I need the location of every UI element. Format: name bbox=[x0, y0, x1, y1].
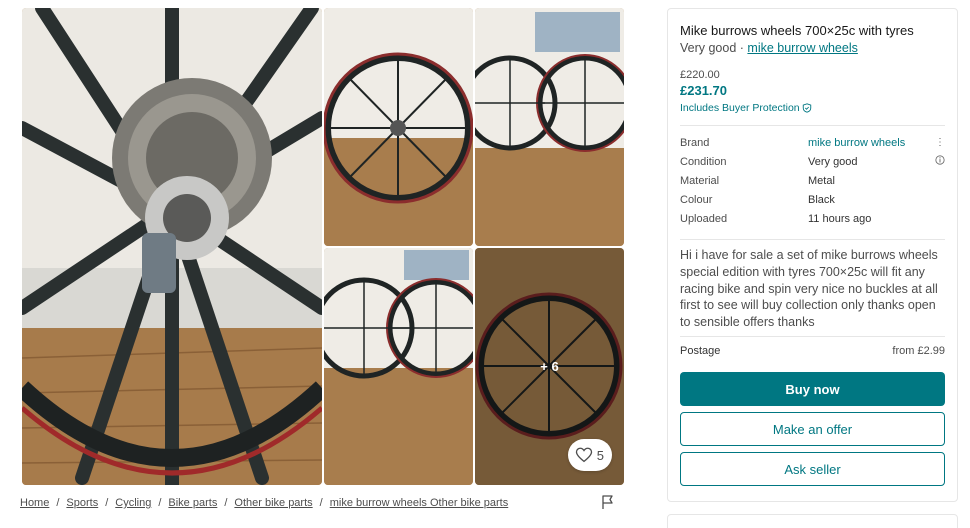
thumbnail-photo[interactable] bbox=[324, 8, 473, 246]
thumbnail-photo-more[interactable]: + 6 5 bbox=[475, 248, 624, 485]
favourite-count: 5 bbox=[596, 447, 604, 463]
breadcrumb-separator: / bbox=[158, 497, 162, 509]
heart-icon bbox=[575, 447, 592, 463]
buy-now-button[interactable]: Buy now bbox=[680, 372, 945, 406]
make-offer-button[interactable]: Make an offer bbox=[680, 412, 945, 446]
divider bbox=[680, 125, 945, 126]
attribute-row-condition: Condition Very good bbox=[680, 152, 945, 171]
main-photo[interactable] bbox=[22, 8, 322, 485]
item-details-panel: Mike burrows wheels 700×25c with tyres V… bbox=[667, 8, 958, 502]
item-price: £220.00 bbox=[680, 69, 720, 81]
divider bbox=[680, 336, 945, 337]
breadcrumb-separator: / bbox=[105, 497, 109, 509]
breadcrumb: Home / Sports / Cycling / Bike parts / O… bbox=[20, 497, 508, 509]
breadcrumb-link-other-bike-parts[interactable]: Other bike parts bbox=[234, 497, 312, 509]
breadcrumb-link-cycling[interactable]: Cycling bbox=[115, 497, 151, 509]
breadcrumb-separator: / bbox=[56, 497, 60, 509]
attribute-value: Very good bbox=[808, 155, 858, 168]
thumbnail-photo[interactable] bbox=[475, 8, 624, 246]
breadcrumb-link-home[interactable]: Home bbox=[20, 497, 49, 509]
buyer-protection-label: Includes Buyer Protection bbox=[680, 102, 800, 114]
thumbnail-photo[interactable] bbox=[324, 248, 473, 485]
buyer-protection-link[interactable]: Includes Buyer Protection bbox=[680, 102, 945, 114]
attribute-row-material: Material Metal bbox=[680, 171, 945, 190]
attribute-value: Black bbox=[808, 193, 835, 206]
flag-icon[interactable] bbox=[600, 494, 616, 510]
divider bbox=[680, 239, 945, 240]
brand-link[interactable]: mike burrow wheels bbox=[747, 41, 857, 55]
attribute-label: Uploaded bbox=[680, 212, 728, 225]
attribute-row-brand: Brand mike burrow wheels ⋮ bbox=[680, 133, 945, 152]
item-total-price: £231.70 bbox=[680, 83, 727, 98]
postage-value: from £2.99 bbox=[892, 345, 945, 357]
postage-row: Postage from £2.99 bbox=[680, 345, 945, 357]
attribute-label: Condition bbox=[680, 155, 727, 168]
attribute-value: 11 hours ago bbox=[808, 212, 872, 225]
ask-seller-button[interactable]: Ask seller bbox=[680, 452, 945, 486]
info-icon[interactable] bbox=[933, 155, 945, 168]
attribute-label: Material bbox=[680, 174, 720, 187]
item-condition: Very good bbox=[680, 41, 737, 55]
attribute-label: Brand bbox=[680, 136, 710, 149]
attribute-row-colour: Colour Black bbox=[680, 190, 945, 209]
postage-label: Postage bbox=[680, 345, 721, 357]
seller-panel bbox=[667, 514, 958, 528]
attribute-label: Colour bbox=[680, 193, 713, 206]
breadcrumb-link-sports[interactable]: Sports bbox=[66, 497, 98, 509]
breadcrumb-link-bike-parts[interactable]: Bike parts bbox=[168, 497, 217, 509]
attribute-row-uploaded: Uploaded 11 hours ago bbox=[680, 209, 945, 228]
shield-icon bbox=[802, 103, 811, 113]
more-vertical-icon[interactable]: ⋮ bbox=[933, 137, 945, 148]
photo-gallery: + 6 5 bbox=[22, 8, 624, 485]
breadcrumb-link-current[interactable]: mike burrow wheels Other bike parts bbox=[330, 497, 509, 509]
item-attributes: Brand mike burrow wheels ⋮ Condition Ver… bbox=[680, 133, 945, 228]
subtitle-separator: · bbox=[736, 41, 748, 55]
item-title: Mike burrows wheels 700×25c with tyres bbox=[680, 23, 914, 38]
breadcrumb-separator: / bbox=[319, 497, 323, 509]
favourite-button[interactable]: 5 bbox=[567, 439, 612, 471]
attribute-value: Metal bbox=[808, 174, 835, 187]
item-subtitle: Very good · mike burrow wheels bbox=[680, 41, 945, 55]
breadcrumb-separator: / bbox=[224, 497, 228, 509]
more-photos-count: + 6 bbox=[540, 359, 559, 374]
item-description: Hi i have for sale a set of mike burrows… bbox=[680, 248, 938, 330]
attribute-value-brand-link[interactable]: mike burrow wheels bbox=[808, 137, 933, 149]
